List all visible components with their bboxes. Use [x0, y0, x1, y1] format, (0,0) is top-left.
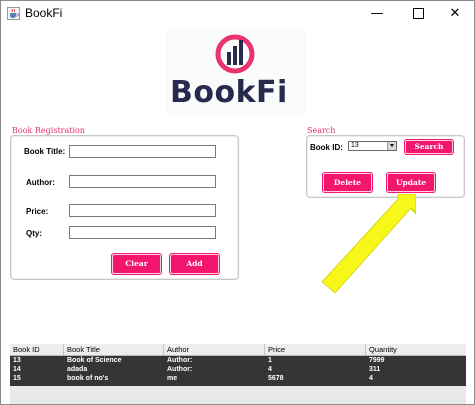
table-body: 13 Book of Science Author: 1 7999 14 ada… — [10, 356, 466, 386]
table-row[interactable]: 13 Book of Science Author: 1 7999 — [10, 356, 466, 365]
cell-author: Author: — [167, 366, 193, 373]
registration-section-title: Book Registration — [12, 126, 85, 135]
search-section-title: Search — [307, 126, 336, 135]
chevron-down-icon[interactable] — [387, 142, 396, 150]
maximize-icon — [412, 8, 424, 19]
java-cup-icon — [7, 7, 20, 20]
table-header: Book ID Book Title Author Price Quantity — [10, 344, 466, 356]
author-input[interactable] — [69, 175, 216, 188]
cell-quantity: 7999 — [369, 357, 385, 364]
cell-book-id: 15 — [13, 375, 21, 382]
books-table: Book ID Book Title Author Price Quantity… — [10, 344, 466, 404]
cell-book-id: 14 — [13, 366, 21, 373]
registration-panel: Book Title: Author: Price: Qty: Clear Ad… — [10, 135, 239, 280]
column-header-quantity[interactable]: Quantity — [366, 344, 466, 355]
title-bar: BookFi — ✕ — [1, 1, 474, 27]
book-title-input[interactable] — [69, 145, 216, 158]
cell-book-title: book of no's — [67, 375, 109, 382]
column-header-author[interactable]: Author — [164, 344, 265, 355]
qty-input[interactable] — [69, 226, 216, 239]
cell-book-title: adada — [67, 366, 88, 373]
window-title: BookFi — [25, 6, 63, 20]
cell-quantity: 4 — [369, 375, 373, 382]
close-button[interactable]: ✕ — [435, 1, 474, 27]
price-input[interactable] — [69, 204, 216, 217]
cell-price: 5678 — [268, 375, 284, 382]
maximize-button[interactable] — [398, 1, 438, 27]
app-window: BookFi — ✕ BookFi Book Registration Book… — [0, 0, 475, 405]
book-id-selected-value: 13 — [351, 142, 359, 149]
author-label: Author: — [26, 178, 55, 187]
cell-author: me — [167, 375, 178, 382]
column-header-book-id[interactable]: Book ID — [10, 344, 64, 355]
minimize-button[interactable]: — — [357, 1, 397, 27]
yellow-arrow-annotation — [321, 194, 416, 294]
column-header-book-title[interactable]: Book Title — [64, 344, 164, 355]
book-id-label: Book ID: — [310, 143, 343, 152]
cell-book-id: 13 — [13, 357, 21, 364]
delete-button[interactable]: Delete — [323, 173, 372, 192]
logo-mark-icon — [215, 34, 255, 74]
qty-label: Qty: — [26, 229, 42, 238]
price-label: Price: — [26, 207, 49, 216]
search-button[interactable]: Search — [405, 140, 453, 154]
book-title-label: Book Title: — [24, 147, 66, 156]
book-id-select[interactable]: 13 — [348, 141, 397, 151]
table-row[interactable]: 15 book of no's me 5678 4 — [10, 374, 466, 383]
table-row[interactable]: 14 adada Author: 4 311 — [10, 365, 466, 374]
cell-author: Author: — [167, 357, 193, 364]
logo: BookFi — [166, 29, 306, 115]
column-header-price[interactable]: Price — [265, 344, 366, 355]
add-button[interactable]: Add — [170, 254, 219, 274]
cell-book-title: Book of Science — [67, 357, 122, 364]
cell-quantity: 311 — [369, 366, 381, 373]
logo-text: BookFi — [170, 75, 288, 110]
cell-price: 1 — [268, 357, 272, 364]
update-button[interactable]: Update — [387, 173, 435, 192]
clear-button[interactable]: Clear — [112, 254, 161, 274]
cell-price: 4 — [268, 366, 272, 373]
